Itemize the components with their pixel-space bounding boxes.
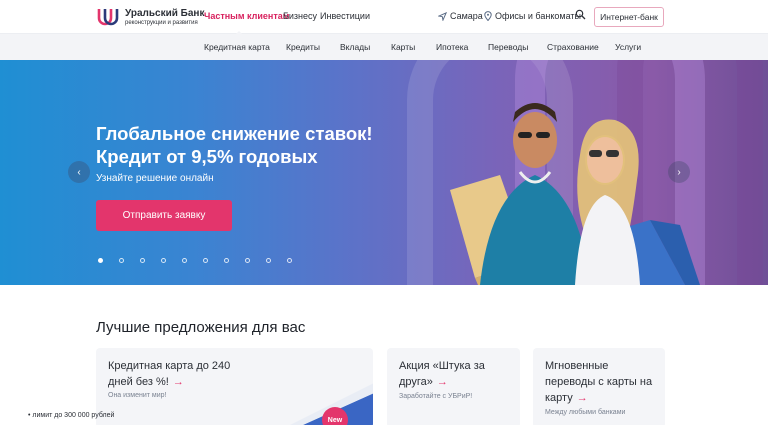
send-application-button[interactable]: Отправить заявку xyxy=(96,200,232,231)
slide-dot[interactable] xyxy=(224,258,229,263)
hero-title-line1: Глобальное снижение ставок! xyxy=(96,123,373,144)
offer-card-title-line: друга» xyxy=(399,376,433,388)
offer-card-title: Мгновенные переводы с карты на карту → xyxy=(545,358,652,406)
credit-card-graphic xyxy=(290,383,373,425)
site-header: Уральский Банк реконструкции и развития … xyxy=(0,0,768,36)
location-arrow-icon xyxy=(438,11,447,21)
offer-card-title-line: дней без %! xyxy=(108,376,169,388)
offer-card-title-line: Мгновенные xyxy=(545,360,609,372)
offer-card-title-line: переводы с карты на xyxy=(545,376,653,388)
subnav-loans[interactable]: Кредиты xyxy=(286,42,320,52)
nav-business[interactable]: Бизнесу xyxy=(283,11,317,21)
subnav-credit-card[interactable]: Кредитная карта xyxy=(204,42,270,52)
offer-card-desc: Заработайте с УБРиР! xyxy=(399,393,473,400)
subnav-transfers[interactable]: Переводы xyxy=(488,42,528,52)
slide-dot[interactable] xyxy=(140,258,145,263)
bank-tagline: реконструкции и развития xyxy=(125,19,198,26)
slide-dot[interactable] xyxy=(203,258,208,263)
offices-link[interactable]: Офисы и банкоматы xyxy=(484,11,581,21)
prev-slide-button[interactable]: ‹ xyxy=(68,161,90,183)
nav-investments[interactable]: Инвестиции xyxy=(320,11,370,21)
offer-card-desc: Между любыми банками xyxy=(545,409,626,416)
next-slide-button[interactable]: › xyxy=(668,161,690,183)
search-icon[interactable] xyxy=(575,9,586,20)
slide-dot[interactable] xyxy=(287,258,292,263)
subnav-deposits[interactable]: Вклады xyxy=(340,42,370,52)
slide-dot[interactable] xyxy=(161,258,166,263)
offer-card-title-line: Кредитная карта до 240 xyxy=(108,360,231,372)
offer-card-title-line: карту xyxy=(545,392,573,404)
slide-dot[interactable] xyxy=(98,258,103,263)
internet-bank-button[interactable]: Интернет-банк xyxy=(594,7,664,27)
subnav-services[interactable]: Услуги xyxy=(615,42,641,52)
chevron-right-icon: › xyxy=(677,166,681,178)
slide-dot[interactable] xyxy=(245,258,250,263)
city-selector[interactable]: Самара xyxy=(438,11,483,21)
arrow-right-icon: → xyxy=(436,376,448,388)
offer-card-instant-transfers[interactable]: Мгновенные переводы с карты на карту → Ме… xyxy=(533,348,665,425)
offers-section-title: Лучшие предложения для вас xyxy=(96,319,306,336)
offer-card-desc: Она изменит мир! xyxy=(108,392,167,399)
map-pin-icon xyxy=(484,11,492,21)
city-label: Самара xyxy=(450,11,483,21)
offices-label: Офисы и банкоматы xyxy=(495,11,581,21)
product-nav: Кредитная карта Кредиты Вклады Карты Ипо… xyxy=(0,34,768,60)
offer-card-title: Акция «Штука за друга» → xyxy=(399,358,485,390)
subnav-insurance[interactable]: Страхование xyxy=(547,42,599,52)
subnav-cards[interactable]: Карты xyxy=(391,42,415,52)
hero-title-line2: Кредит от 9,5% годовых xyxy=(96,146,318,167)
offer-card-title: Кредитная карта до 240 дней без %! → xyxy=(108,358,230,390)
hero-title: Глобальное снижение ставок! Кредит от 9,… xyxy=(96,122,396,168)
bank-logo[interactable]: Уральский Банк реконструкции и развития xyxy=(96,6,204,28)
nav-private-clients[interactable]: Частным клиентам xyxy=(204,11,289,36)
slide-dot[interactable] xyxy=(119,258,124,263)
arrow-right-icon: → xyxy=(576,392,588,404)
chevron-left-icon: ‹ xyxy=(77,166,81,178)
hero-subtitle: Узнайте решение онлайн xyxy=(96,173,214,184)
offer-card-title-line: Акция «Штука за xyxy=(399,360,485,372)
offer-card-bullet: • лимит до 300 000 рублей xyxy=(28,412,115,419)
slide-dot[interactable] xyxy=(266,258,271,263)
offer-card-refer-friend[interactable]: Акция «Штука за друга» → Заработайте с УБ… xyxy=(387,348,520,425)
bank-logo-icon xyxy=(97,9,119,26)
subnav-mortgage[interactable]: Ипотека xyxy=(436,42,468,52)
hero-banner: Глобальное снижение ставок! Кредит от 9,… xyxy=(0,60,768,285)
slide-dot[interactable] xyxy=(182,258,187,263)
arrow-right-icon: → xyxy=(172,376,184,388)
bank-name: Уральский Банк xyxy=(125,7,205,19)
hero-people-illustration xyxy=(407,60,763,285)
